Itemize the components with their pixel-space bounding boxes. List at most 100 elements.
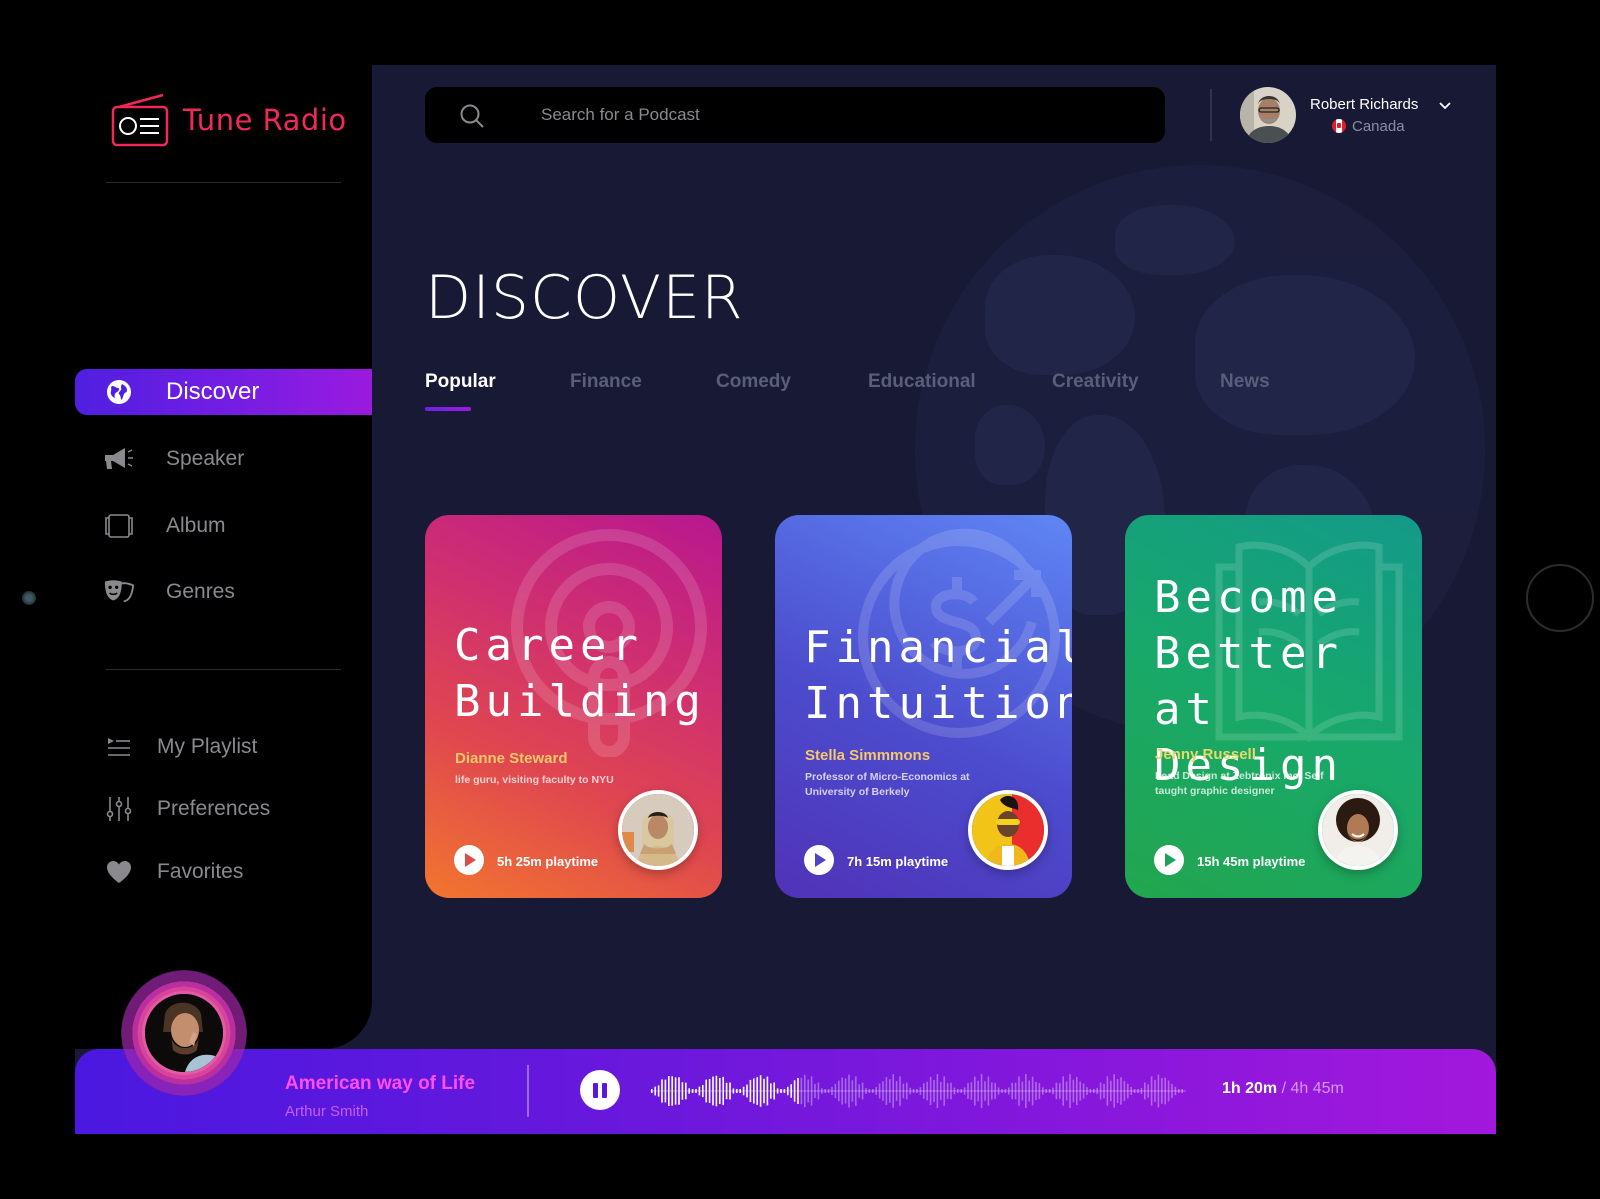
card-bio: Lead Design at Zebtronix Inc, Self taugh… — [1155, 770, 1324, 797]
waveform-bar — [916, 1089, 918, 1093]
waveform-bar — [1059, 1083, 1061, 1099]
sidebar-item-speaker[interactable]: Speaker — [75, 436, 372, 482]
theater-masks-icon — [103, 576, 135, 608]
waveform-bar — [902, 1083, 905, 1099]
waveform-bar — [1110, 1080, 1112, 1102]
tab-news[interactable]: News — [1220, 371, 1270, 393]
sidebar-item-discover[interactable]: Discover — [75, 369, 372, 415]
sidebar-divider — [106, 182, 341, 183]
waveform-bar — [661, 1079, 663, 1103]
waveform-bar — [980, 1074, 983, 1108]
sidebar-item-label: Preferences — [157, 797, 271, 820]
podcast-card[interactable]: Financial Intuition Stella Simmmons Prof… — [775, 515, 1072, 898]
track-title: American way of Life — [285, 1073, 476, 1094]
waveform-bar — [725, 1082, 728, 1100]
album-icon — [103, 510, 135, 542]
waveform-bar — [963, 1087, 966, 1095]
waveform-bar — [702, 1084, 704, 1098]
sidebar-item-label: Discover — [166, 378, 260, 405]
card-title: Financial Intuition — [804, 622, 1072, 729]
sidebar-item-label: Favorites — [157, 860, 244, 883]
waveform-bar — [892, 1074, 894, 1108]
pause-button[interactable] — [580, 1070, 620, 1110]
waveform-bar — [831, 1086, 833, 1096]
sidebar-divider — [106, 669, 341, 670]
host-avatar — [968, 790, 1048, 870]
tab-educational[interactable]: Educational — [868, 371, 976, 393]
pause-bar — [602, 1082, 607, 1098]
user-menu[interactable]: Robert Richards Canada — [1240, 87, 1452, 143]
waveform-bar — [1178, 1089, 1180, 1093]
waveform-bar — [943, 1076, 945, 1106]
podcast-card[interactable]: Become Better at Design Jenny Russell Le… — [1125, 515, 1422, 898]
waveform-bar — [895, 1081, 898, 1101]
podcast-card[interactable]: Career Building Dianne Steward life guru… — [425, 515, 722, 898]
tab-popular[interactable]: Popular — [425, 371, 496, 393]
waveform-bar — [705, 1079, 707, 1103]
waveform-bar — [1150, 1076, 1153, 1106]
search-input[interactable] — [541, 87, 1121, 143]
sidebar-item-my-playlist[interactable]: My Playlist — [75, 724, 372, 770]
waveform-bar — [746, 1084, 748, 1098]
waveform-bar — [1031, 1076, 1034, 1106]
tab-finance[interactable]: Finance — [570, 371, 642, 393]
card-title: Career Building — [454, 620, 706, 727]
waveform-bar — [940, 1081, 942, 1101]
waveform-bar — [1144, 1082, 1146, 1100]
track-artist: Arthur Smith — [285, 1103, 369, 1120]
waveform-bar — [708, 1079, 711, 1103]
playlist-icon — [103, 731, 135, 763]
brand-logo[interactable]: Tune Radio — [111, 93, 347, 147]
waveform-seekbar[interactable] — [650, 1071, 1186, 1111]
waveform-bar — [1171, 1084, 1173, 1098]
sidebar-item-preferences[interactable]: Preferences — [75, 786, 372, 832]
play-button[interactable] — [804, 845, 834, 875]
search-bar[interactable] — [425, 87, 1165, 143]
waveform-bar — [960, 1089, 962, 1093]
chevron-down-icon[interactable] — [1438, 101, 1452, 111]
play-button[interactable] — [1154, 845, 1184, 875]
waveform-bar — [668, 1076, 670, 1106]
waveform-bar — [763, 1078, 765, 1104]
waveform-bar — [804, 1074, 806, 1108]
tab-creativity[interactable]: Creativity — [1052, 371, 1139, 393]
waveform-bar — [957, 1089, 959, 1093]
sidebar-item-favorites[interactable]: Favorites — [75, 849, 372, 895]
home-button[interactable] — [1526, 564, 1594, 632]
waveform-bar — [783, 1089, 786, 1093]
waveform-bar — [793, 1080, 796, 1102]
sidebar-item-album[interactable]: Album — [75, 503, 372, 549]
waveform-bar — [766, 1076, 769, 1106]
header-divider — [1210, 89, 1212, 141]
waveform-bar — [1035, 1081, 1037, 1101]
play-button[interactable] — [454, 845, 484, 875]
card-author: Dianne Steward — [455, 750, 568, 767]
card-bio: life guru, visiting faculty to NYU — [455, 774, 614, 786]
waveform-bar — [821, 1088, 823, 1094]
waveform-bar — [861, 1082, 864, 1100]
waveform-bar — [1137, 1089, 1139, 1093]
waveform-bar — [1093, 1089, 1095, 1093]
time-separator: / — [1281, 1080, 1287, 1097]
tab-comedy[interactable]: Comedy — [716, 371, 791, 393]
waveform-bar — [1161, 1078, 1163, 1104]
waveform-bar — [872, 1089, 874, 1093]
waveform-bar — [865, 1088, 867, 1094]
waveform-bar — [691, 1089, 694, 1093]
waveform-bar — [1157, 1074, 1160, 1108]
app-name: Tune Radio — [183, 103, 347, 137]
waveform-bar — [1106, 1076, 1109, 1106]
waveform-bar — [1113, 1074, 1115, 1108]
waveform-bar — [967, 1083, 969, 1099]
search-icon — [460, 104, 484, 128]
waveform-bar — [1116, 1078, 1119, 1104]
sidebar-item-genres[interactable]: Genres — [75, 569, 372, 615]
waveform-bar — [885, 1077, 888, 1105]
player-divider — [527, 1065, 529, 1117]
waveform-bar — [1004, 1089, 1007, 1093]
waveform-bar — [1147, 1084, 1149, 1098]
waveform-bar — [946, 1083, 949, 1099]
waveform-bar — [919, 1087, 922, 1095]
waveform-bar — [749, 1079, 752, 1103]
pause-bar — [593, 1082, 598, 1098]
